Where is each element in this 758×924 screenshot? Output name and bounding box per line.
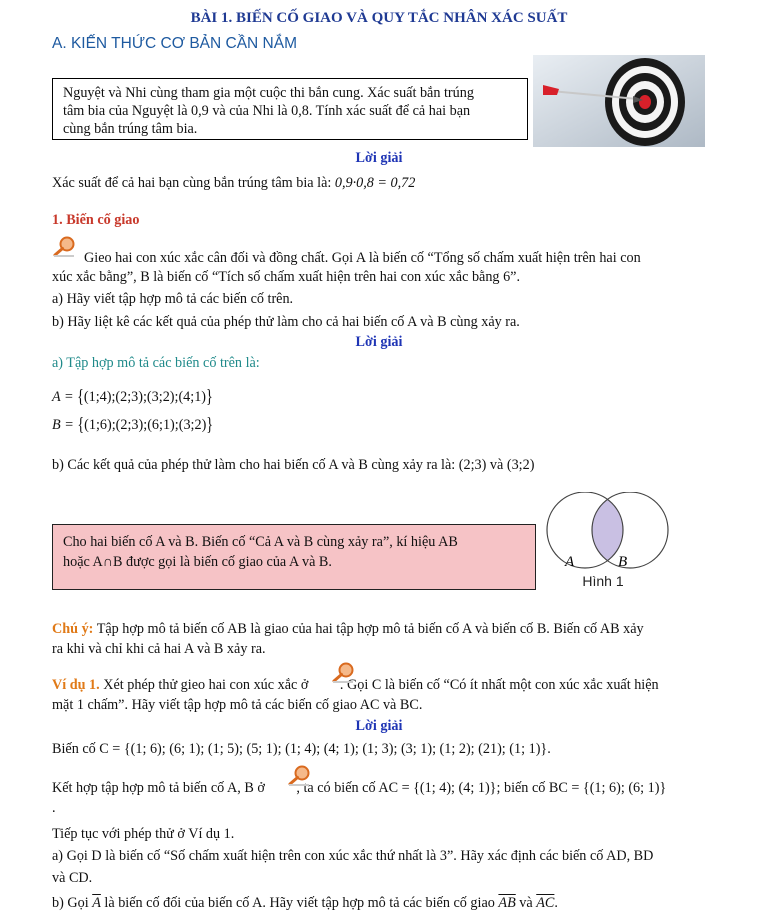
activity-line: Gieo hai con xúc xắc cân đối và đồng chấ…	[84, 250, 641, 266]
set-a-values: (1;4);(2;3);(3;2);(4;1)	[83, 389, 207, 405]
definition-line: hoặc A∩B được gọi là biến cố giao của A …	[63, 554, 332, 570]
intro-problem-box: Nguyệt và Nhi cùng tham gia một cuộc thi…	[52, 78, 528, 140]
continue-question-b: b) Gọi A là biến cố đối của biến cố A. H…	[52, 894, 558, 912]
set-a-line: A = {(1;4);(2;3);(3;2);(4;1)}	[52, 386, 213, 408]
activity-question-b: b) Hãy liệt kê các kết quả của phép thử …	[52, 314, 520, 330]
set-b-name: B =	[52, 417, 78, 433]
example-1-line-2: mặt 1 chấm”. Hãy viết tập hợp mô tả các …	[52, 697, 423, 713]
continue-question-a: a) Gọi D là biến cố “Số chấm xuất hiện t…	[52, 848, 654, 864]
magnifier-icon	[52, 236, 75, 257]
intro-line: cùng bắn trúng tâm bia.	[63, 121, 198, 137]
example-1-solution-text: Kết hợp tập hợp mô tả biến cố A, B ở	[52, 780, 269, 796]
example-1-text-2: . Gọi C là biến cố “Có ít nhất một con x…	[339, 677, 659, 693]
activity-question-a: a) Hãy viết tập hợp mô tả các biến cố tr…	[52, 291, 294, 307]
intro-solution-formula: 0,9·0,8 = 0,72	[334, 175, 416, 191]
definition-box: Cho hai biến cố A và B. Biến cố “Cả A và…	[52, 524, 536, 590]
set-b-line: B = {(1;6);(2;3);(6;1);(3;2)}	[52, 414, 214, 436]
magnifier-icon	[287, 765, 310, 786]
note-text: Tập hợp mô tả biến cố AB là giao của hai…	[93, 621, 644, 637]
solution-label: Lời giải	[355, 334, 403, 350]
intro-solution-line: Xác suất để cả hai bạn cùng bắn trúng tâ…	[52, 174, 415, 192]
solution-label: Lời giải	[355, 150, 403, 166]
continue-question-a-2: và CD.	[52, 870, 93, 886]
ac-bar: AC	[536, 895, 555, 911]
activity-solution-a: a) Tập hợp mô tả các biến cố trên là:	[52, 355, 260, 371]
continue-line: Tiếp tục với phép thử ở Ví dụ 1.	[52, 826, 235, 842]
venn-label-b: B	[618, 554, 627, 570]
example-1-text: Xét phép thử gieo hai con xúc xắc ở	[99, 677, 312, 693]
example-1-solution-text-2: , ta có biến cố AC = {(1; 4); (4; 1)}; b…	[296, 780, 667, 796]
magnifier-icon	[331, 662, 354, 683]
a-bar: A	[92, 895, 101, 911]
example-1-solution-c: Biến cố C = {(1; 6); (6; 1); (1; 5); (5;…	[52, 741, 551, 757]
example-1-period: .	[52, 800, 56, 816]
solution-label: Lời giải	[355, 718, 403, 734]
continue-b-text: b) Gọi	[52, 895, 93, 911]
page-title: BÀI 1. BIẾN CỐ GIAO VÀ QUY TẮC NHÂN XÁC …	[190, 10, 568, 26]
intro-line: Nguyệt và Nhi cùng tham gia một cuộc thi…	[63, 85, 474, 101]
definition-line: Cho hai biến cố A và B. Biến cố “Cả A và…	[63, 534, 458, 550]
intro-line: tâm bia của Nguyệt là 0,9 và của Nhi là …	[63, 103, 471, 119]
continue-b-end: .	[554, 895, 558, 911]
example-1-line: Ví dụ 1. Xét phép thử gieo hai con xúc x…	[52, 676, 659, 694]
note-label: Chú ý:	[52, 621, 94, 637]
continue-b-text-2: là biến cố đối của biến cố A. Hãy viết t…	[100, 895, 499, 911]
note-line-2: ra khi và chỉ khi cả hai A và B xảy ra.	[52, 641, 266, 657]
section-a-heading: A. KIẾN THỨC CƠ BẢN CẦN NẮM	[52, 35, 297, 52]
ab-bar: AB	[498, 895, 516, 911]
intro-solution-text: Xác suất để cả hai bạn cùng bắn trúng tâ…	[52, 175, 335, 191]
note-line: Chú ý: Tập hợp mô tả biến cố AB là giao …	[52, 620, 644, 638]
activity-solution-b: b) Các kết quả của phép thử làm cho hai …	[52, 457, 535, 473]
venn-label-a: A	[564, 554, 575, 570]
set-b-values: (1;6);(2;3);(6;1);(3;2)	[84, 417, 207, 433]
continue-b-and: và	[515, 895, 537, 911]
activity-line: xúc xắc bằng”, B là biến cố “Tích số chấ…	[52, 269, 521, 285]
example-1-label: Ví dụ 1.	[52, 677, 100, 693]
set-a-name: A =	[52, 389, 78, 405]
figure-caption: Hình 1	[582, 573, 624, 589]
section-1-heading: 1. Biến cố giao	[52, 212, 140, 228]
example-1-solution-line: Kết hợp tập hợp mô tả biến cố A, B ở , t…	[52, 779, 666, 797]
archery-target-image	[533, 55, 705, 147]
